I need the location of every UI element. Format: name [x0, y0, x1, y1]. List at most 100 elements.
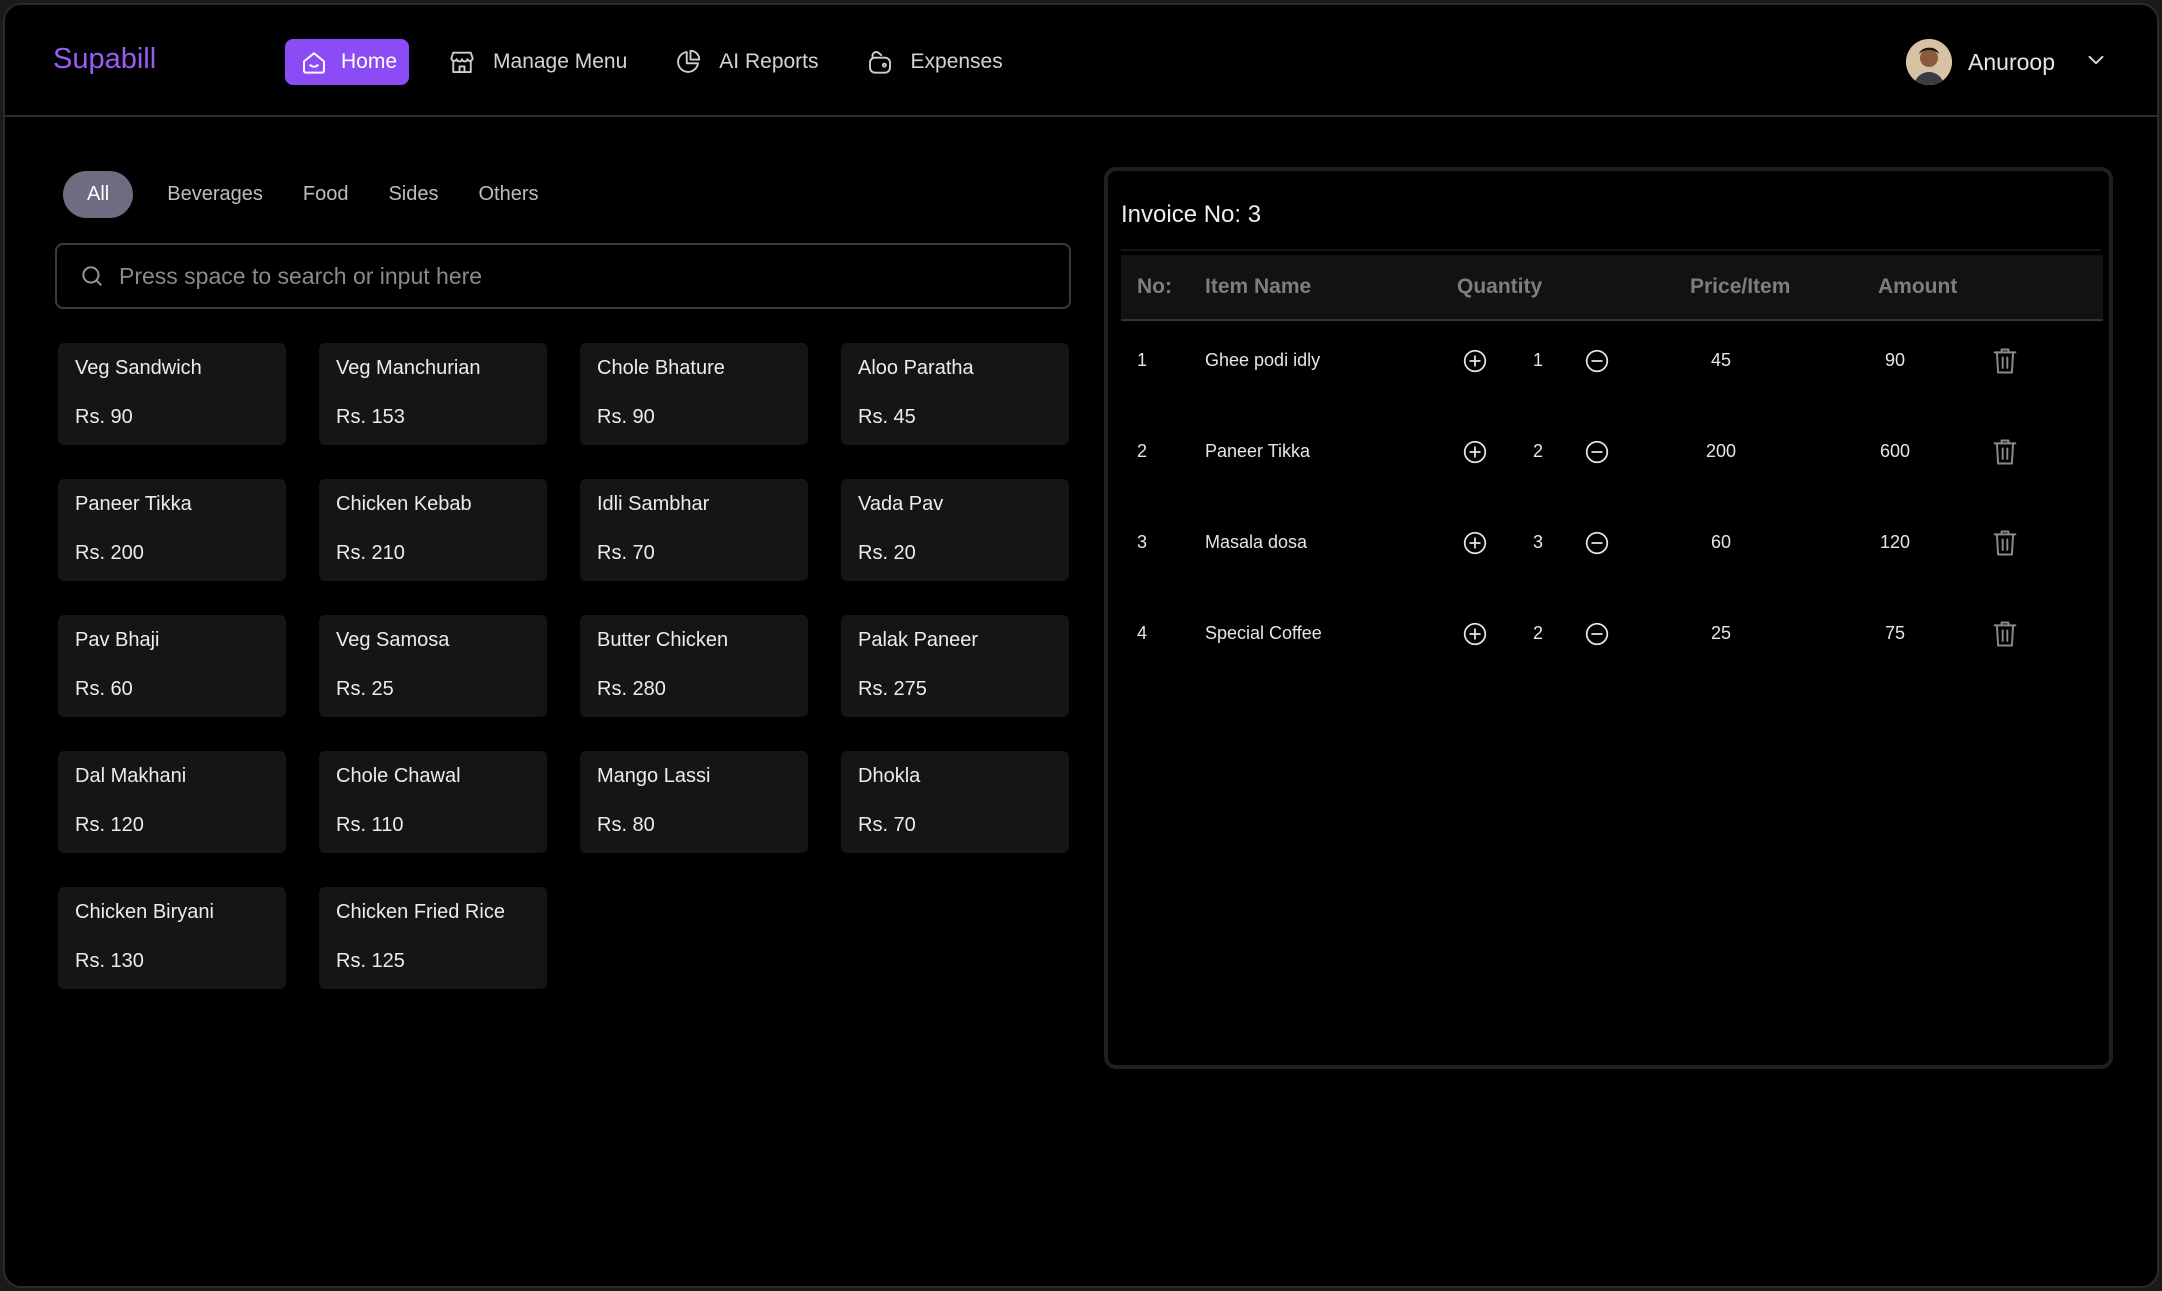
nav-home[interactable]: Home — [285, 39, 410, 85]
invoice-table-header: No: Item Name Quantity Price/Item Amount — [1121, 255, 2103, 321]
trash-icon — [1993, 439, 2017, 465]
trash-icon — [1993, 348, 2017, 374]
decrease-quantity-button[interactable] — [1584, 439, 1610, 465]
menu-item-price: Rs. 120 — [75, 814, 144, 836]
user-menu[interactable]: Anuroop — [1906, 39, 2109, 85]
menu-item-price: Rs. 60 — [75, 678, 133, 700]
tab-sides[interactable]: Sides — [388, 183, 438, 206]
nav-expenses-label: Expenses — [910, 50, 1003, 73]
menu-item-card[interactable]: Palak Paneer Rs. 275 — [841, 615, 1069, 717]
menu-item-name: Paneer Tikka — [75, 493, 192, 515]
delete-item-button[interactable] — [1991, 437, 2019, 467]
wallet-icon — [865, 47, 895, 77]
menu-item-card[interactable]: Paneer Tikka Rs. 200 — [58, 479, 286, 581]
tab-all[interactable]: All — [63, 171, 134, 218]
menu-item-name: Chicken Fried Rice — [336, 901, 505, 923]
row-number: 2 — [1137, 441, 1148, 461]
menu-item-card[interactable]: Aloo Paratha Rs. 45 — [841, 343, 1069, 445]
nav-manage-menu[interactable]: Manage Menu — [431, 39, 643, 85]
menu-item-card[interactable]: Mango Lassi Rs. 80 — [580, 751, 808, 853]
menu-item-price: Rs. 70 — [858, 814, 916, 836]
nav-manage-menu-label: Manage Menu — [493, 50, 628, 73]
decrease-quantity-button[interactable] — [1584, 621, 1610, 647]
column-header-price: Price/Item — [1690, 275, 1791, 298]
row-price: 200 — [1705, 441, 1737, 461]
menu-item-card[interactable]: Chole Bhature Rs. 90 — [580, 343, 808, 445]
trash-icon — [1993, 621, 2017, 647]
row-item-name: Paneer Tikka — [1205, 441, 1311, 461]
menu-item-name: Aloo Paratha — [858, 357, 974, 379]
menu-items-grid: Veg Sandwich Rs. 90 Veg Manchurian Rs. 153 C… — [58, 343, 1069, 989]
nav-ai-reports-label: AI Reports — [719, 50, 819, 73]
menu-item-name: Chicken Kebab — [336, 493, 472, 515]
menu-item-name: Veg Manchurian — [336, 357, 481, 379]
decrease-quantity-button[interactable] — [1584, 348, 1610, 374]
table-row: 1 Ghee podi idly 1 45 90 — [1121, 332, 2103, 392]
menu-item-card[interactable]: Chicken Fried Rice Rs. 125 — [319, 887, 547, 989]
chevron-down-icon — [2083, 47, 2109, 78]
menu-item-name: Chole Chawal — [336, 765, 461, 787]
row-amount: 90 — [1884, 350, 1906, 370]
invoice-panel: Invoice No: 3 No: Item Name Quantity Pri… — [1104, 167, 2113, 1069]
menu-item-name: Chicken Biryani — [75, 901, 214, 923]
menu-item-price: Rs. 125 — [336, 950, 405, 972]
menu-item-card[interactable]: Chole Chawal Rs. 110 — [319, 751, 547, 853]
row-price: 60 — [1710, 532, 1732, 552]
menu-item-card[interactable]: Veg Samosa Rs. 25 — [319, 615, 547, 717]
search-input[interactable] — [119, 262, 1019, 290]
menu-item-name: Butter Chicken — [597, 629, 729, 651]
delete-item-button[interactable] — [1991, 619, 2019, 649]
trash-icon — [1993, 530, 2017, 556]
menu-item-card[interactable]: Chicken Biryani Rs. 130 — [58, 887, 286, 989]
row-amount: 600 — [1879, 441, 1911, 461]
menu-item-card[interactable]: Idli Sambhar Rs. 70 — [580, 479, 808, 581]
menu-item-price: Rs. 80 — [597, 814, 655, 836]
row-amount: 75 — [1884, 623, 1906, 643]
tab-food[interactable]: Food — [303, 183, 349, 206]
tab-others[interactable]: Others — [478, 183, 538, 206]
increase-quantity-button[interactable] — [1462, 621, 1488, 647]
column-header-no: No: — [1137, 275, 1172, 298]
row-price: 45 — [1710, 350, 1732, 370]
nav-expenses[interactable]: Expenses — [849, 39, 1019, 85]
row-number: 4 — [1137, 623, 1148, 643]
brand-logo[interactable]: Supabill — [53, 43, 156, 76]
menu-item-price: Rs. 25 — [336, 678, 394, 700]
minus-circle-icon — [1585, 531, 1609, 555]
plus-circle-icon — [1463, 531, 1487, 555]
menu-item-card[interactable]: Pav Bhaji Rs. 60 — [58, 615, 286, 717]
increase-quantity-button[interactable] — [1462, 530, 1488, 556]
menu-item-card[interactable]: Veg Manchurian Rs. 153 — [319, 343, 547, 445]
menu-item-price: Rs. 70 — [597, 542, 655, 564]
row-item-name: Ghee podi idly — [1205, 350, 1321, 370]
row-item-name: Masala dosa — [1205, 532, 1308, 552]
nav-home-label: Home — [341, 50, 398, 73]
menu-item-name: Chole Bhature — [597, 357, 725, 379]
menu-item-card[interactable]: Chicken Kebab Rs. 210 — [319, 479, 547, 581]
menu-item-name: Mango Lassi — [597, 765, 711, 787]
menu-item-name: Veg Samosa — [336, 629, 450, 651]
tab-beverages[interactable]: Beverages — [167, 183, 263, 206]
invoice-title: Invoice No: 3 — [1121, 201, 1262, 228]
menu-item-card[interactable]: Dal Makhani Rs. 120 — [58, 751, 286, 853]
menu-item-name: Pav Bhaji — [75, 629, 160, 651]
minus-circle-icon — [1585, 440, 1609, 464]
decrease-quantity-button[interactable] — [1584, 530, 1610, 556]
menu-item-price: Rs. 275 — [858, 678, 927, 700]
menu-item-price: Rs. 153 — [336, 406, 405, 428]
row-price: 25 — [1710, 623, 1732, 643]
menu-item-card[interactable]: Veg Sandwich Rs. 90 — [58, 343, 286, 445]
menu-item-name: Idli Sambhar — [597, 493, 710, 515]
category-tabs: All Beverages Food Sides Others — [63, 171, 579, 218]
delete-item-button[interactable] — [1991, 528, 2019, 558]
increase-quantity-button[interactable] — [1462, 439, 1488, 465]
menu-item-card[interactable]: Butter Chicken Rs. 280 — [580, 615, 808, 717]
menu-item-card[interactable]: Vada Pav Rs. 20 — [841, 479, 1069, 581]
nav-ai-reports[interactable]: AI Reports — [657, 39, 834, 85]
increase-quantity-button[interactable] — [1462, 348, 1488, 374]
plus-circle-icon — [1463, 440, 1487, 464]
delete-item-button[interactable] — [1991, 346, 2019, 376]
menu-item-card[interactable]: Dhokla Rs. 70 — [841, 751, 1069, 853]
menu-item-name: Dal Makhani — [75, 765, 187, 787]
search-bar — [55, 243, 1071, 309]
